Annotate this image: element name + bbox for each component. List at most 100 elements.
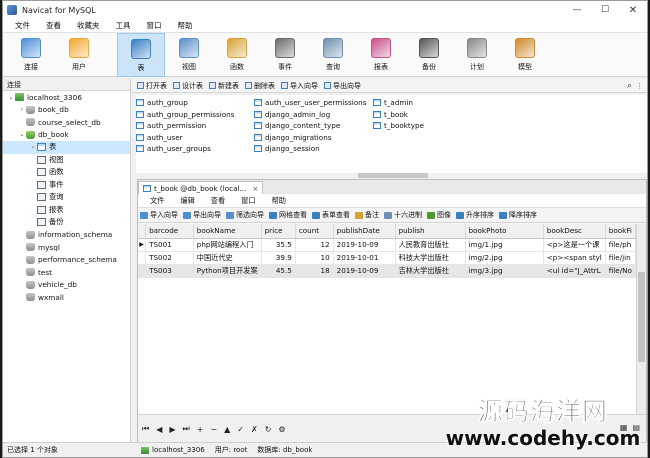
table-item-t-book[interactable]: t_book xyxy=(373,109,424,121)
data-menu-item-3[interactable]: 窗口 xyxy=(233,196,263,206)
cell-barcode[interactable]: TS002 xyxy=(145,251,194,265)
column-header-bookdesc[interactable]: bookDesc xyxy=(543,224,606,239)
column-header-publishdate[interactable]: publishDate xyxy=(333,224,396,239)
table-row[interactable]: TS002 中国近代史 39.9 10 2019-10-01 科技大学出版社 img/2.j… xyxy=(138,251,636,265)
maximize-icon[interactable]: ☐ xyxy=(591,1,619,19)
column-header-bookfi[interactable]: bookFi xyxy=(605,224,636,239)
next-record-icon[interactable]: ▶ xyxy=(169,425,175,434)
tree-item-test[interactable]: test xyxy=(3,266,130,279)
cell-bookname[interactable]: php网站编程入门 xyxy=(193,238,262,252)
menu-item-2[interactable]: 收藏夹 xyxy=(69,20,108,31)
discard-icon[interactable]: ✗ xyxy=(251,425,258,434)
previous-record-icon[interactable]: ◀ xyxy=(156,425,162,434)
cell-count[interactable]: 18 xyxy=(295,264,334,278)
settings-icon[interactable]: ⚙ xyxy=(278,425,285,434)
table-item-auth-permission[interactable]: auth_permission xyxy=(136,120,234,132)
data-toolbar-button-4[interactable]: 表单查看 xyxy=(312,210,350,220)
object-toolbar-button-1[interactable]: 设计表 xyxy=(173,81,203,91)
cell-publishdate[interactable]: 2019-10-09 xyxy=(333,264,396,278)
cell-bookfi[interactable]: file/ph xyxy=(605,238,636,252)
table-item-django-admin-log[interactable]: django_admin_log xyxy=(254,109,366,121)
tree-item-item-6[interactable]: 函数 xyxy=(3,166,130,179)
toolbar-button-connection[interactable]: 连接 xyxy=(7,33,55,77)
cell-publish[interactable]: 科技大学出版社 xyxy=(395,251,466,265)
toolbar-button-schedule[interactable]: 计划 xyxy=(453,33,501,77)
data-toolbar-button-0[interactable]: 导入向导 xyxy=(140,210,178,220)
delete-record-icon[interactable]: − xyxy=(210,425,217,434)
data-toolbar-button-2[interactable]: 筛选向导 xyxy=(226,210,264,220)
toolbar-button-event[interactable]: 事件 xyxy=(261,33,309,77)
menu-item-5[interactable]: 帮助 xyxy=(170,20,201,31)
tree-item-vehicle_db[interactable]: vehicle_db xyxy=(3,279,130,292)
object-toolbar-button-4[interactable]: 导入向导 xyxy=(281,81,318,91)
cell-bookdesc[interactable]: <p>这是一个课 xyxy=(543,238,606,252)
column-header-publish[interactable]: publish xyxy=(395,224,466,239)
tree-item-item-10[interactable]: 备份 xyxy=(3,216,130,229)
table-item-django-migrations[interactable]: django_migrations xyxy=(254,132,366,144)
data-toolbar-button-8[interactable]: 升序排序 xyxy=(456,210,494,220)
tree-item-wxmall[interactable]: wxmall xyxy=(3,291,130,304)
data-toolbar-button-1[interactable]: 导出向导 xyxy=(183,210,221,220)
cell-bookname[interactable]: Python项目开发案 xyxy=(193,264,262,278)
last-record-icon[interactable]: ⏭ xyxy=(183,424,190,434)
toolbar-button-backup[interactable]: 备份 xyxy=(405,33,453,77)
menu-item-3[interactable]: 工具 xyxy=(108,20,139,31)
data-menu-item-1[interactable]: 编辑 xyxy=(172,196,202,206)
expand-toggle-icon[interactable]: ⌄ xyxy=(18,131,26,138)
grid-vertical-scrollbar[interactable] xyxy=(636,224,646,414)
table-item-django-session[interactable]: django_session xyxy=(254,143,366,155)
table-item-django-content-type[interactable]: django_content_type xyxy=(254,120,366,132)
cell-price[interactable]: 39.9 xyxy=(261,251,296,265)
object-toolbar-button-2[interactable]: 新建表 xyxy=(209,81,239,91)
tree-item-book_db[interactable]: › book_db xyxy=(3,104,130,117)
move-up-icon[interactable]: ▲ xyxy=(224,425,230,434)
data-toolbar-button-6[interactable]: 十六进制 xyxy=(384,210,422,220)
toolbar-button-model[interactable]: 模型 xyxy=(501,33,549,77)
tree-item-mysql[interactable]: mysql xyxy=(3,241,130,254)
cell-count[interactable]: 10 xyxy=(295,251,334,265)
tree-item-performance_schema[interactable]: performance_schema xyxy=(3,254,130,267)
first-record-icon[interactable]: ⏮ xyxy=(142,424,149,434)
table-item-auth-group[interactable]: auth_group xyxy=(136,97,234,109)
data-toolbar-button-7[interactable]: 图像 xyxy=(427,210,451,220)
cell-bookphoto[interactable]: img/1.jpg xyxy=(465,238,544,252)
column-header-barcode[interactable]: barcode xyxy=(145,224,194,239)
tree-item-item-8[interactable]: 查询 xyxy=(3,191,130,204)
object-toolbar-button-5[interactable]: 导出向导 xyxy=(324,81,361,91)
cell-publishdate[interactable]: 2019-10-09 xyxy=(333,238,396,252)
table-item-t-admin[interactable]: t_admin xyxy=(373,97,424,109)
expand-toggle-icon[interactable]: › xyxy=(18,106,26,113)
tab-t-book[interactable]: t_book @db_book (local... × xyxy=(138,181,264,194)
menu-item-1[interactable]: 查看 xyxy=(38,20,69,31)
cell-price[interactable]: 35.5 xyxy=(261,238,296,252)
data-menu-item-4[interactable]: 帮助 xyxy=(264,196,294,206)
cell-publish[interactable]: 人民教育出版社 xyxy=(395,238,466,252)
toolbar-button-function[interactable]: 函数 xyxy=(213,33,261,77)
object-toolbar-button-0[interactable]: 打开表 xyxy=(137,81,167,91)
expand-toggle-icon[interactable]: › xyxy=(29,144,37,151)
object-toolbar-button-3[interactable]: 删除表 xyxy=(245,81,275,91)
column-header-bookname[interactable]: bookName xyxy=(193,224,262,239)
column-header-price[interactable]: price xyxy=(261,224,296,239)
tree-item-information_schema[interactable]: information_schema xyxy=(3,229,130,242)
data-menu-item-0[interactable]: 文件 xyxy=(142,196,172,206)
menu-item-0[interactable]: 文件 xyxy=(7,20,38,31)
table-item-auth-group-permissions[interactable]: auth_group_permissions xyxy=(136,109,234,121)
table-row[interactable]: ▶ TS001 php网站编程入门 35.5 12 2019-10-09 人民教育出版社 im… xyxy=(138,238,636,252)
apply-icon[interactable]: ✓ xyxy=(237,425,244,434)
tab-close-icon[interactable]: × xyxy=(252,184,258,193)
cell-publishdate[interactable]: 2019-10-01 xyxy=(333,251,396,265)
expand-toggle-icon[interactable]: ⌄ xyxy=(7,94,15,101)
refresh-icon[interactable]: ↻ xyxy=(265,425,272,434)
scrollbar-thumb[interactable] xyxy=(358,173,428,178)
cell-bookdesc[interactable]: <p><span styl xyxy=(543,251,606,265)
cell-bookphoto[interactable]: img/2.jpg xyxy=(465,251,544,265)
toolbar-button-user[interactable]: 用户 xyxy=(55,33,103,77)
column-header-count[interactable]: count xyxy=(295,224,334,239)
table-item-auth-user-user-permissions[interactable]: auth_user_user_permissions xyxy=(254,97,366,109)
cell-price[interactable]: 45.5 xyxy=(261,264,296,278)
tree-item-item-7[interactable]: 事件 xyxy=(3,179,130,192)
toolbar-button-view[interactable]: 视图 xyxy=(165,33,213,77)
table-item-auth-user[interactable]: auth_user xyxy=(136,132,234,144)
toolbar-button-table[interactable]: 表 xyxy=(117,33,165,77)
